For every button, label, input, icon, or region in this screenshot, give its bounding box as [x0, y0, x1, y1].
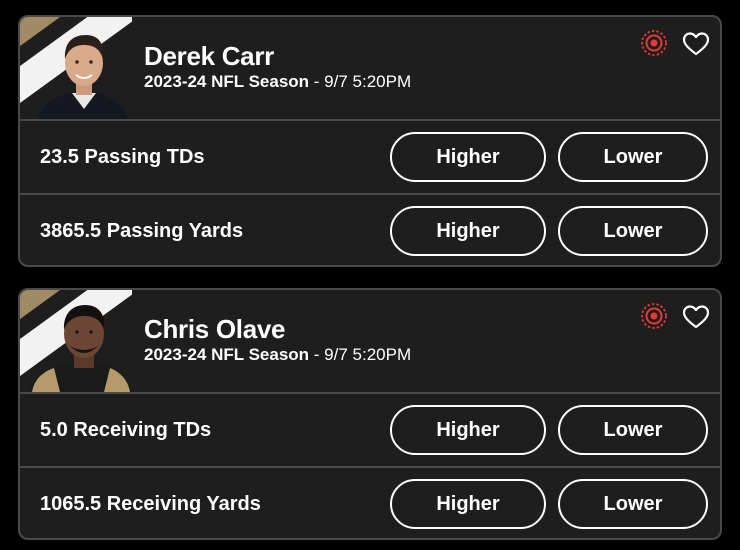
- game-info: 2023-24 NFL Season - 9/7 5:20PM: [144, 345, 411, 365]
- lower-button[interactable]: Lower: [558, 405, 708, 455]
- player-name: Chris Olave: [144, 314, 286, 344]
- game-time: 9/7 5:20PM: [324, 72, 412, 91]
- heart-outline-icon[interactable]: [682, 304, 710, 330]
- target-icon[interactable]: [640, 302, 668, 330]
- game-time: 9/7 5:20PM: [324, 345, 412, 364]
- player-photo: [20, 17, 132, 119]
- prop-line-label: 23.5 Passing TDs: [40, 146, 205, 168]
- higher-button[interactable]: Higher: [390, 132, 546, 182]
- lower-button[interactable]: Lower: [558, 479, 708, 529]
- heart-outline-icon[interactable]: [682, 31, 710, 57]
- player-card-header: Derek Carr 2023-24 NFL Season - 9/7 5:20…: [20, 17, 720, 121]
- lower-button[interactable]: Lower: [558, 132, 708, 182]
- season-label: 2023-24 NFL Season: [144, 72, 310, 91]
- pick-list: Derek Carr 2023-24 NFL Season - 9/7 5:20…: [0, 0, 740, 550]
- player-card-header: Chris Olave 2023-24 NFL Season - 9/7 5:2…: [20, 290, 720, 394]
- lower-button[interactable]: Lower: [558, 206, 708, 256]
- player-headshot: [38, 35, 128, 119]
- prop-row: 3865.5 Passing Yards Higher Lower: [20, 193, 720, 265]
- player-name: Derek Carr: [144, 41, 274, 71]
- prop-row: 1065.5 Receiving Yards Higher Lower: [20, 466, 720, 538]
- meta-separator: -: [309, 72, 325, 91]
- player-headshot: [30, 305, 130, 392]
- player-card: Chris Olave 2023-24 NFL Season - 9/7 5:2…: [18, 288, 722, 540]
- target-icon[interactable]: [640, 29, 668, 57]
- prop-row: 23.5 Passing TDs Higher Lower: [20, 121, 720, 193]
- prop-row: 5.0 Receiving TDs Higher Lower: [20, 394, 720, 466]
- higher-button[interactable]: Higher: [390, 206, 546, 256]
- higher-button[interactable]: Higher: [390, 479, 546, 529]
- meta-separator: -: [309, 345, 325, 364]
- game-info: 2023-24 NFL Season - 9/7 5:20PM: [144, 72, 411, 92]
- season-label: 2023-24 NFL Season: [144, 345, 310, 364]
- player-card: Derek Carr 2023-24 NFL Season - 9/7 5:20…: [18, 15, 722, 267]
- player-photo: [20, 290, 132, 392]
- prop-line-label: 5.0 Receiving TDs: [40, 419, 212, 441]
- prop-line-label: 1065.5 Receiving Yards: [40, 493, 261, 515]
- higher-button[interactable]: Higher: [390, 405, 546, 455]
- prop-line-label: 3865.5 Passing Yards: [40, 220, 244, 242]
